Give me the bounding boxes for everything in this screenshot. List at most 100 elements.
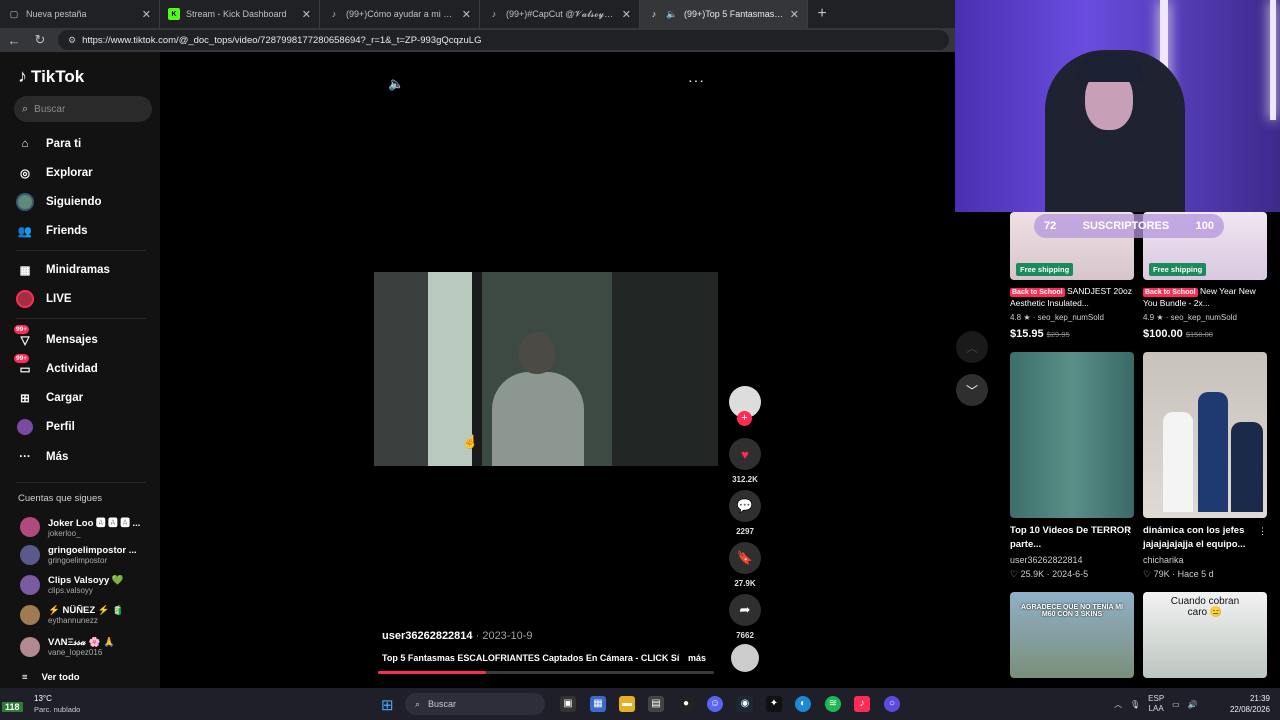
- video-card-title-text: dinámica con los jefes jajajajajajja el …: [1143, 525, 1246, 550]
- close-icon[interactable]: ✕: [622, 8, 631, 21]
- video-card[interactable]: Cuando cobran caro 😑: [1143, 592, 1267, 678]
- nav-actividad[interactable]: ▭ 99+ Actividad: [14, 354, 156, 380]
- more-caption-link[interactable]: más: [688, 653, 706, 663]
- taskbar-search[interactable]: ⌕ Buscar: [405, 693, 545, 715]
- next-video-button[interactable]: ﹀: [956, 374, 988, 406]
- following-account[interactable]: Joker Loo 🅰 🅰 🅰 ... jokerloo_: [20, 515, 150, 538]
- site-info-icon[interactable]: ⚙: [68, 35, 76, 46]
- share-button[interactable]: ➦ 7662: [728, 594, 762, 640]
- steam-icon[interactable]: ◉: [737, 696, 753, 712]
- tab-kick-dashboard[interactable]: K Stream - Kick Dashboard ✕: [160, 0, 320, 28]
- nav-label: Más: [46, 451, 69, 463]
- nav-cargar[interactable]: ⊞ Cargar: [16, 387, 156, 409]
- close-icon[interactable]: ✕: [462, 8, 471, 21]
- tab-tiktok-capcut[interactable]: ♪ (99+)#CapCut @𝓥𝓪𝓵𝓼𝓸𝔂𝔂 | TikTok ✕: [480, 0, 640, 28]
- clock[interactable]: 21:39 22/08/2026: [1228, 693, 1270, 715]
- discord-icon[interactable]: ☺: [707, 696, 723, 712]
- share-count: 7662: [736, 631, 754, 640]
- video-card-title-text: Top 10 Videos De TERROR parte...: [1010, 525, 1132, 550]
- following-account[interactable]: ⚡ NÜÑEZ ⚡ 🧃 eythannunezz: [20, 605, 150, 625]
- friends-icon: 👥: [17, 226, 33, 238]
- microphone-icon[interactable]: 🎙: [1130, 700, 1140, 709]
- tab-tiktok-fantasmas[interactable]: ♪ 🔈 (99+)Top 5 Fantasmas ESCALO ✕: [640, 0, 808, 28]
- speaker-icon[interactable]: 🔈: [666, 8, 678, 20]
- back-icon[interactable]: ←: [6, 33, 22, 48]
- windows-start-icon[interactable]: ⊞: [381, 696, 394, 714]
- weather-widget[interactable]: 118 13°C Parc. nublado: [0, 688, 120, 720]
- url-field[interactable]: ⚙ https://www.tiktok.com/@_doc_tops/vide…: [58, 30, 949, 50]
- nav-live[interactable]: LIVE: [16, 288, 156, 310]
- more-options-icon[interactable]: ⋮: [1124, 526, 1133, 537]
- nav-perfil[interactable]: Perfil: [16, 416, 156, 438]
- nav-mas[interactable]: ··· Más: [16, 446, 156, 468]
- account-name: ⚡ NÜÑEZ ⚡ 🧃: [48, 605, 125, 616]
- close-icon[interactable]: ✕: [142, 8, 151, 21]
- video-player[interactable]: [374, 272, 718, 466]
- like-button[interactable]: ♥ 312.2K: [728, 438, 762, 484]
- hand-cursor-icon: ☝: [462, 434, 479, 449]
- tiktok-logo[interactable]: ♪ TikTok: [18, 66, 84, 87]
- address-bar: ← ↻ ⚙ https://www.tiktok.com/@_doc_tops/…: [0, 28, 955, 52]
- following-account[interactable]: VΛNΞ𝓈𝓈𝒶 🌸 🙏 vane_lopez016: [20, 637, 150, 657]
- more-options-icon[interactable]: ⋮: [1258, 526, 1267, 537]
- speaker-icon[interactable]: 🔈: [388, 76, 404, 92]
- language-indicator[interactable]: ESP LAA: [1148, 694, 1164, 714]
- video-thumbnail: [1143, 352, 1267, 518]
- old-price: $150.00: [1185, 330, 1213, 339]
- video-card[interactable]: AGRADECE QUE NO TENÍA MI M60 CON 3 SKINS: [1010, 592, 1134, 678]
- app-icon[interactable]: ▤: [648, 696, 664, 712]
- previous-video-button[interactable]: ︿: [956, 331, 988, 363]
- folder-icon[interactable]: ▬: [619, 696, 635, 712]
- nav-label: Para ti: [46, 138, 82, 150]
- nav-friends[interactable]: 👥 Friends: [16, 220, 156, 242]
- spotify-icon[interactable]: ≋: [825, 696, 841, 712]
- close-icon[interactable]: ✕: [790, 8, 799, 21]
- music-disc-button[interactable]: [728, 644, 762, 672]
- video-card[interactable]: dinámica con los jefes jajajajajajja el …: [1143, 352, 1267, 580]
- tab-tiktok-abuela[interactable]: ♪ (99+)Cómo ayudar a mi abuela a l ✕: [320, 0, 480, 28]
- follow-plus-icon[interactable]: +: [737, 411, 752, 426]
- chevron-down-icon: ﹀: [965, 383, 978, 398]
- following-account[interactable]: gringoelimpostor ... gringoelimpostor: [20, 545, 150, 565]
- chevron-up-icon[interactable]: ︿: [1114, 699, 1122, 710]
- account-handle: eythannunezz: [48, 616, 98, 625]
- nav-mensajes[interactable]: ▽ 99+ Mensajes: [14, 325, 156, 351]
- save-button[interactable]: 🔖 27.9K: [728, 542, 762, 588]
- video-thumbnail: AGRADECE QUE NO TENÍA MI M60 CON 3 SKINS: [1010, 592, 1134, 678]
- see-all-link[interactable]: ≡ Ver todo: [22, 672, 80, 683]
- volume-icon[interactable]: 🔊: [1188, 700, 1198, 709]
- video-progress-bar[interactable]: [378, 671, 714, 674]
- tiktok-icon[interactable]: ♪: [854, 696, 870, 712]
- search-input[interactable]: ⌕ Buscar: [14, 96, 152, 122]
- app-icon[interactable]: ○: [884, 696, 900, 712]
- edge-icon[interactable]: ◐: [795, 696, 811, 712]
- video-card[interactable]: Top 10 Videos De TERROR parte... user362…: [1010, 352, 1134, 580]
- close-icon[interactable]: ✕: [302, 8, 311, 21]
- video-date: 2023-10-9: [482, 630, 533, 642]
- sub-label: SUSCRIPTORES: [1082, 220, 1170, 232]
- comment-button[interactable]: 💬 2297: [728, 490, 762, 536]
- tab-new-tab[interactable]: ▢ Nueva pestaña ✕: [0, 0, 160, 28]
- nav-siguiendo[interactable]: Siguiendo: [16, 191, 156, 213]
- following-account[interactable]: Clips Valsoyy 💚 clips.valsoyy: [20, 575, 150, 595]
- more-options-icon[interactable]: ···: [688, 72, 705, 88]
- app-icon[interactable]: ✦: [766, 696, 782, 712]
- network-icon[interactable]: ▭: [1172, 700, 1180, 709]
- nav-label: Minidramas: [46, 264, 110, 276]
- github-icon[interactable]: ●: [678, 696, 694, 712]
- task-view-icon[interactable]: ▣: [560, 696, 576, 712]
- video-card-title: Top 10 Videos De TERROR parte...: [1010, 524, 1134, 552]
- product-price: $100.00 $150.00: [1143, 328, 1267, 340]
- author-avatar-button[interactable]: +: [728, 386, 762, 426]
- upload-icon: ⊞: [20, 393, 30, 405]
- nav-explorar[interactable]: ◎ Explorar: [16, 162, 156, 184]
- reload-icon[interactable]: ↻: [32, 32, 48, 48]
- new-tab-button[interactable]: +: [808, 5, 836, 23]
- nav-para-ti[interactable]: ⌂ Para ti: [16, 133, 156, 155]
- video-author[interactable]: user36262822814: [382, 630, 473, 642]
- nav-minidramas[interactable]: ▦ Minidramas: [16, 259, 156, 281]
- video-author-line[interactable]: user36262822814 · 2023-10-9: [382, 630, 532, 642]
- comment-icon: 💬: [729, 490, 761, 522]
- notification-badge: 99+: [14, 354, 30, 363]
- app-icon[interactable]: ▦: [590, 696, 606, 712]
